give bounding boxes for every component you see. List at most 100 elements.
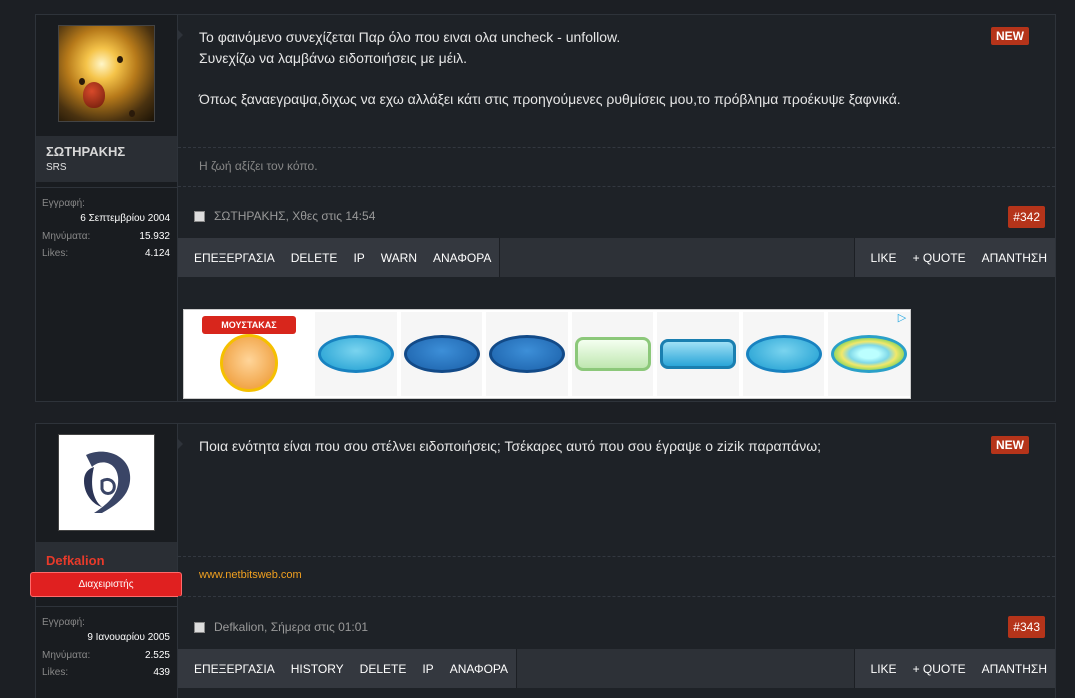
bubble-arrow <box>177 438 183 450</box>
post-author-date[interactable]: Defkalion, Σήμερα στις 01:01 <box>214 620 368 634</box>
balloon-image <box>83 82 105 108</box>
new-badge: NEW <box>991 27 1029 45</box>
ad-product[interactable] <box>657 312 739 396</box>
reply-button[interactable]: ΑΠΑΝΤΗΣΗ <box>974 251 1055 265</box>
report-button[interactable]: ΑΝΑΦΟΡΑ <box>425 251 499 265</box>
ad-brand-name: ΜΟΥΣΤΑΚΑΣ <box>202 316 296 334</box>
ad-product[interactable] <box>742 312 825 396</box>
ip-button[interactable]: IP <box>414 662 441 676</box>
bubble-arrow <box>177 29 183 41</box>
message-body: Το φαινόμενο συνεχίζεται Παρ όλο που ειν… <box>199 27 975 109</box>
warn-button[interactable]: WARN <box>373 251 425 265</box>
like-button[interactable]: LIKE <box>863 662 905 676</box>
post-action-bar: ΕΠΕΞΕΡΓΑΣΙΑ DELETE IP WARN ΑΝΑΦΟΡΑ LIKE … <box>178 238 1055 277</box>
post-action-bar: ΕΠΕΞΕΡΓΑΣΙΑ HISTORY DELETE IP ΑΝΑΦΟΡΑ LI… <box>178 649 1055 688</box>
quote-button[interactable]: + QUOTE <box>905 662 974 676</box>
avatar[interactable] <box>58 434 155 531</box>
ad-product[interactable] <box>315 312 397 396</box>
delete-button[interactable]: DELETE <box>283 251 346 265</box>
message-line <box>199 68 975 89</box>
messages-stat: Μηνύματα: 15.932 <box>42 231 170 242</box>
select-post-checkbox[interactable] <box>194 621 205 633</box>
new-badge: NEW <box>991 436 1029 454</box>
quote-button[interactable]: + QUOTE <box>905 251 974 265</box>
messages-label: Μηνύματα: <box>42 231 91 242</box>
ip-button[interactable]: IP <box>345 251 372 265</box>
pool-image <box>745 335 822 373</box>
moderation-actions: ΕΠΕΞΕΡΓΑΣΙΑ DELETE IP WARN ΑΝΑΦΟΡΑ <box>178 238 501 277</box>
delete-button[interactable]: DELETE <box>352 662 415 676</box>
mascot-image <box>220 334 278 392</box>
reply-button[interactable]: ΑΠΑΝΤΗΣΗ <box>974 662 1055 676</box>
user-stats: Εγγραφή: 9 Ιανουαρίου 2005 Μηνύματα: 2.5… <box>36 606 177 684</box>
messages-label: Μηνύματα: <box>42 650 91 661</box>
user-title: SRS <box>46 162 67 173</box>
report-button[interactable]: ΑΝΑΦΟΡΑ <box>442 662 516 676</box>
edit-button[interactable]: ΕΠΕΞΕΡΓΑΣΙΑ <box>186 251 283 265</box>
likes-value: 4.124 <box>144 248 170 259</box>
post-342: ΣΩΤΗΡΑΚΗΣ SRS Εγγραφή: 6 Σεπτεμβρίου 200… <box>35 14 1056 402</box>
signature-link[interactable]: www.netbitsweb.com <box>199 569 302 581</box>
logo-icon <box>83 451 130 513</box>
join-date: 6 Σεπτεμβρίου 2004 <box>80 213 170 224</box>
message-line: Συνεχίζω να λαμβάνω ειδοποιήσεις με μέιλ… <box>199 49 467 66</box>
user-sidebar: Defkalion Διαχειριστής Εγγραφή: 9 Ιανουα… <box>30 424 182 698</box>
reply-actions: LIKE + QUOTE ΑΠΑΝΤΗΣΗ <box>853 649 1055 688</box>
like-button[interactable]: LIKE <box>863 251 905 265</box>
reply-actions: LIKE + QUOTE ΑΠΑΝΤΗΣΗ <box>853 238 1055 277</box>
post-content: Το φαινόμενο συνεχίζεται Παρ όλο που ειν… <box>177 15 1055 401</box>
likes-label: Likes: <box>42 248 69 259</box>
likes-label: Likes: <box>42 667 69 678</box>
post-content: Ποια ενότητα είναι που σου στέλνει ειδοπ… <box>177 424 1055 698</box>
username[interactable]: Defkalion <box>46 553 177 568</box>
join-label: Εγγραφή: <box>42 198 85 209</box>
edit-button[interactable]: ΕΠΕΞΕΡΓΑΣΙΑ <box>186 662 283 676</box>
likes-stat: Likes: 4.124 <box>42 248 170 259</box>
user-stats: Εγγραφή: 6 Σεπτεμβρίου 2004 Μηνύματα: 15… <box>36 187 177 265</box>
divider <box>178 596 1055 597</box>
ad-product[interactable] <box>486 312 568 396</box>
post-number[interactable]: #343 <box>1008 616 1045 638</box>
likes-value: 439 <box>153 667 170 678</box>
history-button[interactable]: HISTORY <box>283 662 352 676</box>
user-namebar: ΣΩΤΗΡΑΚΗΣ SRS <box>36 136 177 182</box>
signature: Η ζωή αξίζει τον κόπο. <box>199 159 318 173</box>
pool-image <box>574 337 651 371</box>
pool-image <box>318 335 395 373</box>
divider <box>178 147 1055 148</box>
balloon-image <box>79 78 85 85</box>
divider <box>178 556 1055 557</box>
post-info: ΣΩΤΗΡΑΚΗΣ, Χθες στις 14:54 <box>194 209 375 223</box>
join-label: Εγγραφή: <box>42 617 85 628</box>
user-sidebar: ΣΩΤΗΡΑΚΗΣ SRS Εγγραφή: 6 Σεπτεμβρίου 200… <box>36 15 178 401</box>
action-bar-spacer <box>500 238 854 277</box>
select-post-checkbox[interactable] <box>194 210 205 222</box>
messages-value[interactable]: 2.525 <box>145 650 170 661</box>
action-bar-spacer <box>517 649 854 688</box>
ad-product[interactable] <box>828 312 910 396</box>
pool-image <box>831 335 908 373</box>
ad-brand-logo[interactable]: ΜΟΥΣΤΑΚΑΣ <box>186 312 311 396</box>
likes-stat: Likes: 439 <box>42 667 170 678</box>
ad-product[interactable] <box>571 312 654 396</box>
balloon-image <box>129 110 135 117</box>
role-badge: Διαχειριστής <box>30 572 182 597</box>
pool-image <box>403 335 480 373</box>
moderation-actions: ΕΠΕΞΕΡΓΑΣΙΑ HISTORY DELETE IP ΑΝΑΦΟΡΑ <box>178 649 518 688</box>
ad-product[interactable] <box>400 312 483 396</box>
pool-image <box>489 335 566 373</box>
balloon-image <box>117 56 123 63</box>
username[interactable]: ΣΩΤΗΡΑΚΗΣ <box>46 144 177 159</box>
post-info: Defkalion, Σήμερα στις 01:01 <box>194 620 368 634</box>
message-line: Όπως ξαναεγραψα,διχως να εχω αλλάξει κάτ… <box>199 90 901 107</box>
post-author-date[interactable]: ΣΩΤΗΡΑΚΗΣ, Χθες στις 14:54 <box>214 209 375 223</box>
messages-value[interactable]: 15.932 <box>139 231 170 242</box>
post-number[interactable]: #342 <box>1008 206 1045 228</box>
message-body: Ποια ενότητα είναι που σου στέλνει ειδοπ… <box>199 436 975 457</box>
avatar[interactable] <box>58 25 155 122</box>
join-date: 9 Ιανουαρίου 2005 <box>87 632 170 643</box>
ad-banner[interactable]: ΜΟΥΣΤΑΚΑΣ ▷ <box>183 309 911 399</box>
post-343: Defkalion Διαχειριστής Εγγραφή: 9 Ιανουα… <box>30 423 1056 698</box>
divider <box>178 186 1055 187</box>
ad-choices-icon[interactable]: ▷ <box>896 312 908 324</box>
